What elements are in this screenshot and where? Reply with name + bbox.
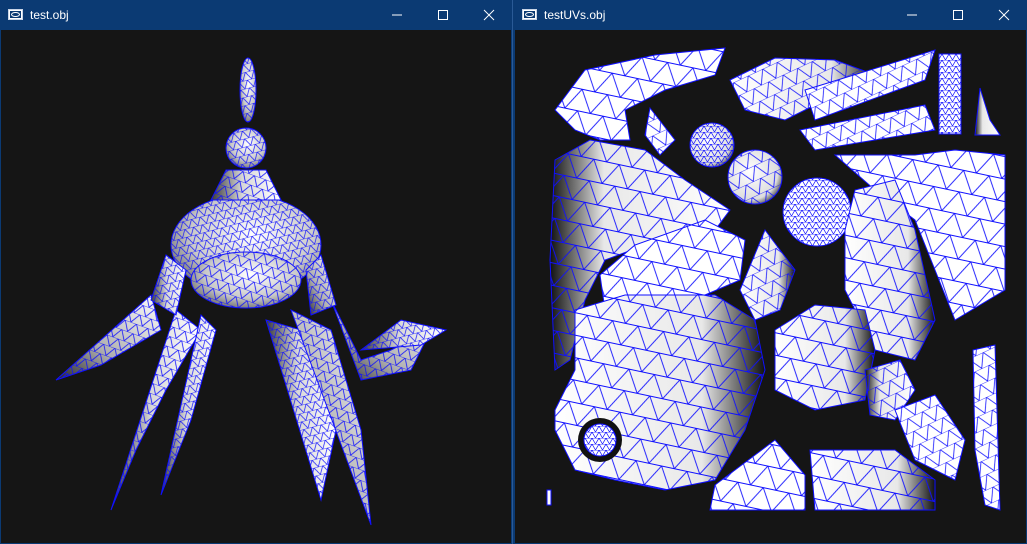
minimize-icon	[392, 14, 402, 16]
uv-viewport[interactable]	[515, 30, 1026, 543]
minimize-button[interactable]	[374, 0, 420, 30]
close-icon	[998, 9, 1010, 21]
maximize-icon	[438, 10, 448, 20]
app-window-icon	[8, 9, 23, 20]
uv-islands	[546, 47, 1006, 511]
maximize-icon	[953, 10, 963, 20]
close-button[interactable]	[466, 0, 512, 30]
creature-mesh	[55, 57, 448, 526]
minimize-icon	[907, 14, 917, 16]
mesh-render	[55, 57, 448, 526]
window-title: test.obj	[30, 8, 69, 22]
maximize-button[interactable]	[420, 0, 466, 30]
window-title: testUVs.obj	[544, 8, 606, 22]
close-button[interactable]	[981, 0, 1027, 30]
window-test-obj: test.obj	[0, 0, 513, 544]
close-icon	[483, 9, 495, 21]
app-window-icon	[522, 9, 537, 20]
maximize-button[interactable]	[935, 0, 981, 30]
title-bar[interactable]: test.obj	[0, 0, 512, 30]
mesh-viewport[interactable]	[1, 30, 511, 543]
title-bar[interactable]: testUVs.obj	[514, 0, 1027, 30]
uv-layout-render	[546, 47, 1006, 511]
window-testuvs-obj: testUVs.obj	[514, 0, 1027, 544]
minimize-button[interactable]	[889, 0, 935, 30]
